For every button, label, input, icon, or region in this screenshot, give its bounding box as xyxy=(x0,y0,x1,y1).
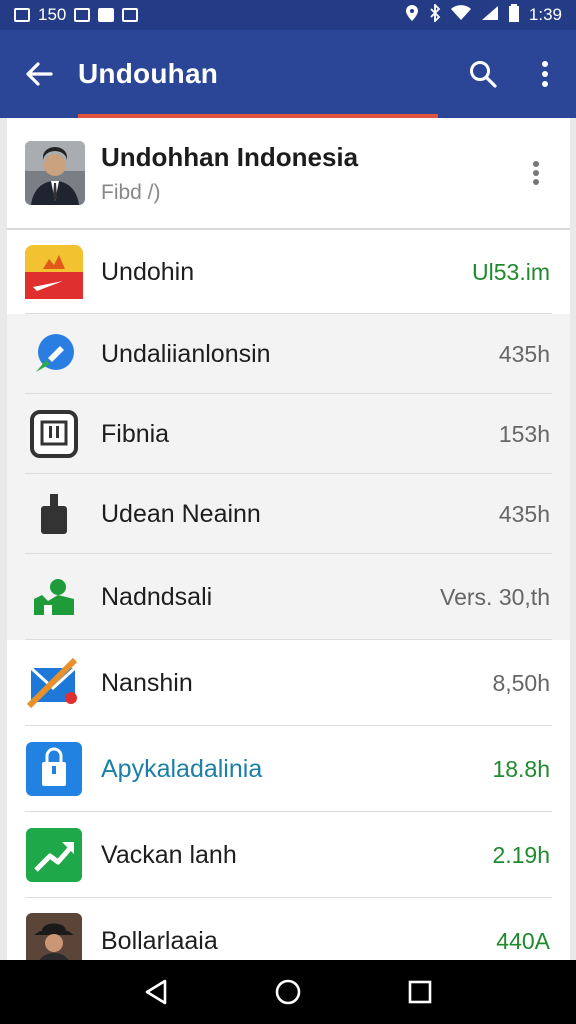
app-name: Bollarlaaia xyxy=(101,926,218,955)
square-recents-icon xyxy=(408,980,432,1004)
app-list: Undohin Ul53.im Undaliianlonsin 435h Fib… xyxy=(7,230,570,960)
status-left-text: 150 xyxy=(38,5,67,24)
app-name: Fibnia xyxy=(101,419,170,448)
mail-icon xyxy=(25,655,83,711)
users-icon xyxy=(25,569,83,625)
app-name: Apykaladalinia xyxy=(101,754,263,783)
nav-home-button[interactable] xyxy=(258,967,318,1017)
bluetooth-icon xyxy=(429,2,441,27)
notification-icon xyxy=(74,8,91,22)
pen-icon xyxy=(25,326,83,382)
list-item[interactable]: Apykaladalinia 18.8h xyxy=(7,726,570,812)
location-icon xyxy=(404,4,420,27)
app-size: 435h xyxy=(498,500,550,527)
search-button[interactable] xyxy=(452,30,514,118)
system-nav-bar xyxy=(0,960,576,1024)
account-subtitle: Fibd /) xyxy=(101,180,161,204)
list-item[interactable]: Vackan lanh 2.19h xyxy=(7,812,570,898)
app-name: Nanshin xyxy=(101,668,193,697)
app-size: Vers. 30,th xyxy=(440,583,550,610)
list-item[interactable]: Bollarlaaia 440A xyxy=(7,898,570,960)
list-item[interactable]: Udean Neainn 435h xyxy=(7,474,570,554)
app-name: Nadndsali xyxy=(101,582,213,611)
nav-back-button[interactable] xyxy=(126,967,186,1017)
search-icon xyxy=(470,61,497,88)
app-size: 153h xyxy=(498,420,550,447)
flag-icon xyxy=(25,244,83,300)
arrow-left-icon xyxy=(26,62,53,86)
app-size: Ul53.im xyxy=(472,258,550,285)
account-avatar xyxy=(25,141,85,205)
status-left: 150 xyxy=(14,5,139,25)
account-card[interactable]: Undohhan Indonesia Fibd /) xyxy=(7,118,570,230)
trend-icon xyxy=(25,827,83,883)
nav-recents-button[interactable] xyxy=(390,967,450,1017)
tablet-icon xyxy=(25,406,83,462)
bottle-icon xyxy=(25,486,83,542)
app-bar: Undouhan xyxy=(0,30,576,118)
app-bar-title: Undouhan xyxy=(78,58,219,89)
list-item[interactable]: Nanshin 8,50h xyxy=(7,640,570,726)
account-name: Undohhan Indonesia xyxy=(101,141,359,172)
avatar-hat-icon xyxy=(25,913,83,960)
list-item[interactable]: Undohin Ul53.im xyxy=(7,230,570,314)
app-size: 2.19h xyxy=(492,841,550,868)
overflow-menu-button[interactable] xyxy=(514,30,576,118)
content-panel: Undohhan Indonesia Fibd /) Undohin Ul53.… xyxy=(7,118,570,960)
app-size: 435h xyxy=(498,340,550,367)
list-item[interactable]: Undaliianlonsin 435h xyxy=(7,314,570,394)
status-bar: 150 1:39 xyxy=(0,0,576,30)
media-icon xyxy=(98,8,115,22)
app-name: Undaliianlonsin xyxy=(101,339,271,368)
circle-home-icon xyxy=(275,979,301,1005)
bag-icon xyxy=(25,741,83,797)
more-vertical-icon xyxy=(542,61,548,87)
app-name: Vackan lanh xyxy=(101,840,237,869)
status-time: 1:39 xyxy=(528,5,562,24)
list-item[interactable]: Fibnia 153h xyxy=(7,394,570,474)
more-vertical-icon xyxy=(533,161,539,185)
wifi-icon xyxy=(450,4,472,26)
account-more-button[interactable] xyxy=(520,143,552,203)
list-item[interactable]: Nadndsali Vers. 30,th xyxy=(7,554,570,640)
screenshot-notification-icon xyxy=(14,8,30,22)
triangle-back-icon xyxy=(145,979,167,1005)
signal-icon xyxy=(481,5,499,26)
app-size: 8,50h xyxy=(492,669,550,696)
app-notification-icon xyxy=(122,8,139,22)
status-right: 1:39 xyxy=(404,2,562,27)
app-bar-actions xyxy=(452,30,576,118)
app-name: Udean Neainn xyxy=(101,499,261,528)
account-text: Undohhan Indonesia Fibd /) xyxy=(101,142,358,205)
app-size: 18.8h xyxy=(492,755,550,782)
app-size: 440A xyxy=(496,927,550,954)
battery-icon xyxy=(508,3,520,27)
app-name: Undohin xyxy=(101,257,195,286)
back-button[interactable] xyxy=(0,30,78,118)
